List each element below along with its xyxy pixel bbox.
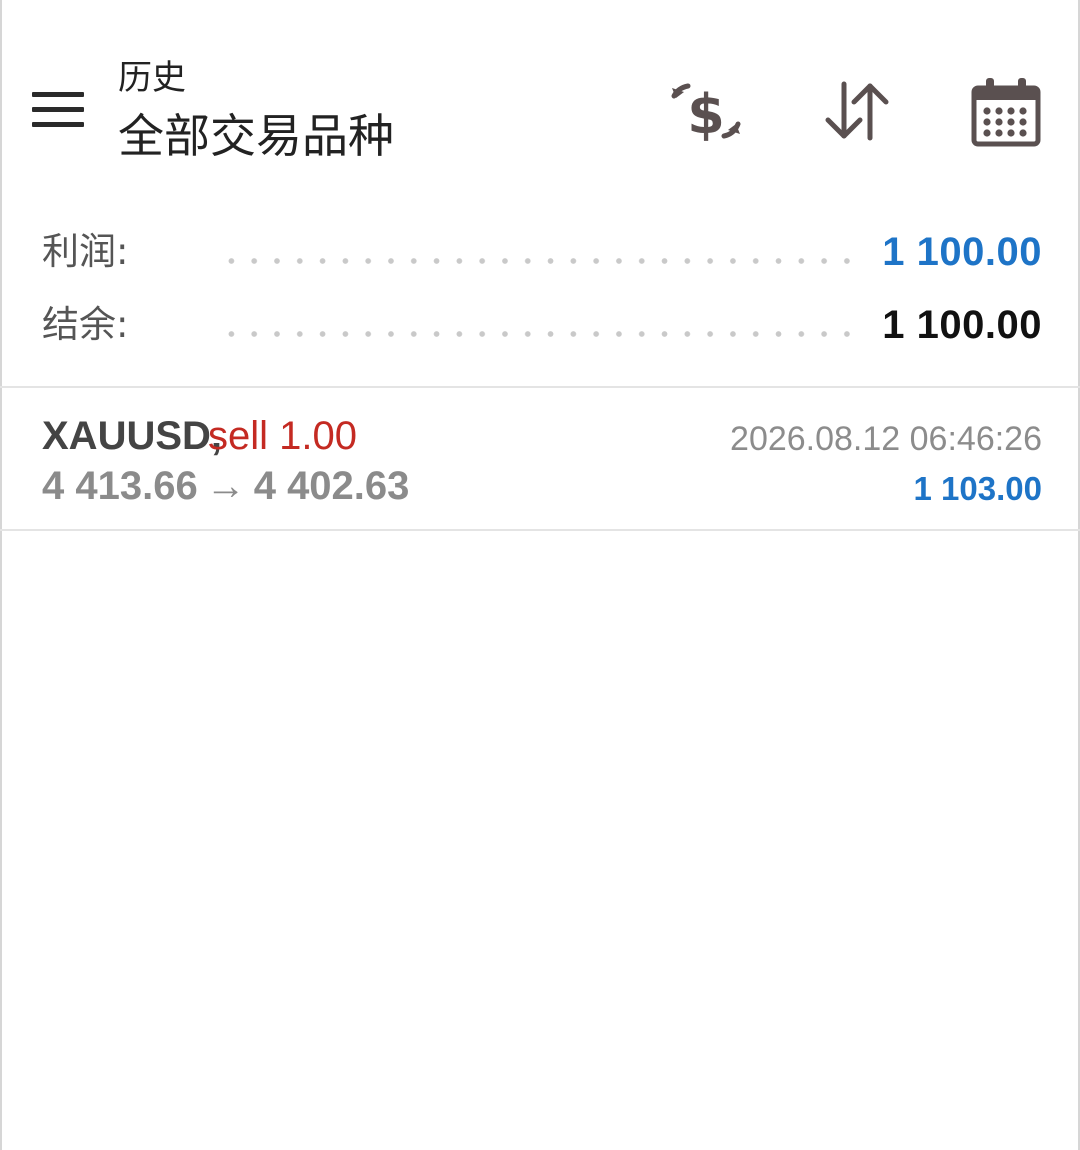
menu-bar [32, 92, 84, 97]
trade-symbol: XAUUSD, [42, 414, 223, 458]
balance-row: 结余: 1 100.00 [42, 300, 1042, 350]
history-screen: 历史 全部交易品种 $ 利润: 1 100.00 结余: 1 100.00 XA… [0, 0, 1080, 1150]
currency-exchange-icon[interactable]: $ [668, 76, 744, 146]
balance-value: 1 100.00 [882, 303, 1042, 347]
close-price: 4 402.63 [253, 464, 410, 508]
profit-value: 1 100.00 [882, 230, 1042, 274]
trade-row[interactable]: XAUUSD, sell 1.00 4 413.66 → 4 402.63 2026… [0, 388, 1080, 529]
trade-time: 2026.08.12 06:46:26 [730, 420, 1042, 458]
calendar-icon[interactable] [970, 76, 1042, 148]
left-edge [0, 0, 2, 1150]
divider [0, 529, 1080, 531]
sort-icon[interactable] [822, 76, 892, 146]
svg-text:$: $ [687, 83, 725, 146]
trade-prices: 4 413.66 → 4 402.63 [42, 462, 409, 510]
trade-side: sell 1.00 [208, 414, 357, 458]
open-price: 4 413.66 [42, 464, 198, 508]
profit-row: 利润: 1 100.00 [42, 227, 1042, 277]
dotted-leader [220, 331, 860, 337]
dotted-leader [220, 258, 860, 264]
profit-label: 利润: [42, 230, 129, 273]
balance-label: 结余: [42, 303, 129, 346]
trade-profit: 1 103.00 [913, 470, 1042, 507]
page-title[interactable]: 全部交易品种 [118, 108, 394, 164]
menu-icon[interactable] [30, 92, 86, 132]
menu-bar [32, 107, 84, 112]
menu-bar [32, 122, 84, 127]
page-subtitle: 历史 [118, 58, 186, 98]
arrow-right-icon: → [205, 464, 246, 508]
